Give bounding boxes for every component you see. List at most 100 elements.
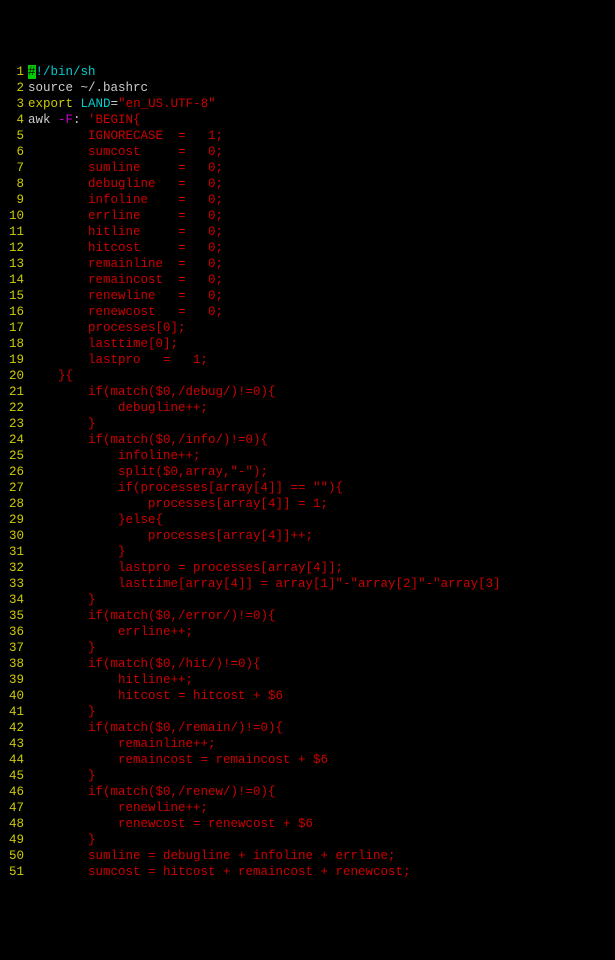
code-line[interactable]: 14 remaincost = 0;: [0, 272, 615, 288]
code-content[interactable]: if(match($0,/renew/)!=0){: [28, 784, 615, 800]
code-line[interactable]: 33 lasttime[array[4]] = array[1]"-"array…: [0, 576, 615, 592]
code-line[interactable]: 20 }{: [0, 368, 615, 384]
code-content[interactable]: if(match($0,/hit/)!=0){: [28, 656, 615, 672]
code-content[interactable]: IGNORECASE = 1;: [28, 128, 615, 144]
code-content[interactable]: hitcost = 0;: [28, 240, 615, 256]
code-line[interactable]: 29 }else{: [0, 512, 615, 528]
code-content[interactable]: errline++;: [28, 624, 615, 640]
code-line[interactable]: 31 }: [0, 544, 615, 560]
code-content[interactable]: renewcost = 0;: [28, 304, 615, 320]
code-line[interactable]: 51 sumcost = hitcost + remaincost + rene…: [0, 864, 615, 880]
code-content[interactable]: processes[array[4]]++;: [28, 528, 615, 544]
code-line[interactable]: 39 hitline++;: [0, 672, 615, 688]
code-line[interactable]: 41 }: [0, 704, 615, 720]
code-content[interactable]: hitline++;: [28, 672, 615, 688]
code-content[interactable]: hitline = 0;: [28, 224, 615, 240]
code-line[interactable]: 3export LAND="en_US.UTF-8": [0, 96, 615, 112]
code-line[interactable]: 34 }: [0, 592, 615, 608]
code-line[interactable]: 45 }: [0, 768, 615, 784]
code-editor[interactable]: 1#!/bin/sh2source ~/.bashrc3export LAND=…: [0, 64, 615, 880]
code-content[interactable]: sumline = 0;: [28, 160, 615, 176]
code-line[interactable]: 7 sumline = 0;: [0, 160, 615, 176]
code-line[interactable]: 28 processes[array[4]] = 1;: [0, 496, 615, 512]
code-content[interactable]: if(processes[array[4]] == ""){: [28, 480, 615, 496]
code-line[interactable]: 24 if(match($0,/info/)!=0){: [0, 432, 615, 448]
code-content[interactable]: remaincost = 0;: [28, 272, 615, 288]
code-content[interactable]: if(match($0,/debug/)!=0){: [28, 384, 615, 400]
code-line[interactable]: 4awk -F: 'BEGIN{: [0, 112, 615, 128]
code-content[interactable]: #!/bin/sh: [28, 64, 615, 80]
code-content[interactable]: }: [28, 544, 615, 560]
code-content[interactable]: renewline++;: [28, 800, 615, 816]
code-line[interactable]: 17 processes[0];: [0, 320, 615, 336]
code-line[interactable]: 18 lasttime[0];: [0, 336, 615, 352]
code-content[interactable]: remainline++;: [28, 736, 615, 752]
code-content[interactable]: sumcost = hitcost + remaincost + renewco…: [28, 864, 615, 880]
code-content[interactable]: }: [28, 640, 615, 656]
code-line[interactable]: 36 errline++;: [0, 624, 615, 640]
code-content[interactable]: debugline++;: [28, 400, 615, 416]
code-content[interactable]: }{: [28, 368, 615, 384]
code-line[interactable]: 16 renewcost = 0;: [0, 304, 615, 320]
code-line[interactable]: 25 infoline++;: [0, 448, 615, 464]
code-content[interactable]: }else{: [28, 512, 615, 528]
code-line[interactable]: 27 if(processes[array[4]] == ""){: [0, 480, 615, 496]
code-line[interactable]: 13 remainline = 0;: [0, 256, 615, 272]
code-line[interactable]: 38 if(match($0,/hit/)!=0){: [0, 656, 615, 672]
code-content[interactable]: }: [28, 592, 615, 608]
code-content[interactable]: hitcost = hitcost + $6: [28, 688, 615, 704]
code-line[interactable]: 2source ~/.bashrc: [0, 80, 615, 96]
code-line[interactable]: 44 remaincost = remaincost + $6: [0, 752, 615, 768]
code-content[interactable]: lasttime[0];: [28, 336, 615, 352]
code-content[interactable]: lastpro = 1;: [28, 352, 615, 368]
code-content[interactable]: remainline = 0;: [28, 256, 615, 272]
code-content[interactable]: processes[array[4]] = 1;: [28, 496, 615, 512]
code-content[interactable]: remaincost = remaincost + $6: [28, 752, 615, 768]
code-content[interactable]: if(match($0,/error/)!=0){: [28, 608, 615, 624]
code-line[interactable]: 23 }: [0, 416, 615, 432]
code-content[interactable]: awk -F: 'BEGIN{: [28, 112, 615, 128]
code-content[interactable]: source ~/.bashrc: [28, 80, 615, 96]
code-line[interactable]: 32 lastpro = processes[array[4]];: [0, 560, 615, 576]
code-line[interactable]: 6 sumcost = 0;: [0, 144, 615, 160]
code-line[interactable]: 11 hitline = 0;: [0, 224, 615, 240]
code-content[interactable]: split($0,array,"-");: [28, 464, 615, 480]
code-content[interactable]: errline = 0;: [28, 208, 615, 224]
code-line[interactable]: 15 renewline = 0;: [0, 288, 615, 304]
code-line[interactable]: 30 processes[array[4]]++;: [0, 528, 615, 544]
code-content[interactable]: if(match($0,/info/)!=0){: [28, 432, 615, 448]
code-content[interactable]: }: [28, 768, 615, 784]
code-line[interactable]: 26 split($0,array,"-");: [0, 464, 615, 480]
code-content[interactable]: debugline = 0;: [28, 176, 615, 192]
code-line[interactable]: 48 renewcost = renewcost + $6: [0, 816, 615, 832]
code-line[interactable]: 50 sumline = debugline + infoline + errl…: [0, 848, 615, 864]
code-content[interactable]: lastpro = processes[array[4]];: [28, 560, 615, 576]
code-content[interactable]: if(match($0,/remain/)!=0){: [28, 720, 615, 736]
code-line[interactable]: 5 IGNORECASE = 1;: [0, 128, 615, 144]
code-content[interactable]: renewline = 0;: [28, 288, 615, 304]
code-content[interactable]: lasttime[array[4]] = array[1]"-"array[2]…: [28, 576, 615, 592]
code-line[interactable]: 21 if(match($0,/debug/)!=0){: [0, 384, 615, 400]
code-content[interactable]: infoline++;: [28, 448, 615, 464]
code-line[interactable]: 35 if(match($0,/error/)!=0){: [0, 608, 615, 624]
code-line[interactable]: 1#!/bin/sh: [0, 64, 615, 80]
code-content[interactable]: sumline = debugline + infoline + errline…: [28, 848, 615, 864]
code-content[interactable]: export LAND="en_US.UTF-8": [28, 96, 615, 112]
code-line[interactable]: 47 renewline++;: [0, 800, 615, 816]
code-content[interactable]: }: [28, 832, 615, 848]
code-line[interactable]: 46 if(match($0,/renew/)!=0){: [0, 784, 615, 800]
code-line[interactable]: 37 }: [0, 640, 615, 656]
code-content[interactable]: infoline = 0;: [28, 192, 615, 208]
code-line[interactable]: 43 remainline++;: [0, 736, 615, 752]
code-content[interactable]: sumcost = 0;: [28, 144, 615, 160]
code-line[interactable]: 42 if(match($0,/remain/)!=0){: [0, 720, 615, 736]
code-line[interactable]: 12 hitcost = 0;: [0, 240, 615, 256]
code-line[interactable]: 9 infoline = 0;: [0, 192, 615, 208]
code-line[interactable]: 49 }: [0, 832, 615, 848]
code-line[interactable]: 10 errline = 0;: [0, 208, 615, 224]
code-line[interactable]: 40 hitcost = hitcost + $6: [0, 688, 615, 704]
code-content[interactable]: renewcost = renewcost + $6: [28, 816, 615, 832]
code-line[interactable]: 19 lastpro = 1;: [0, 352, 615, 368]
code-line[interactable]: 22 debugline++;: [0, 400, 615, 416]
code-content[interactable]: }: [28, 704, 615, 720]
